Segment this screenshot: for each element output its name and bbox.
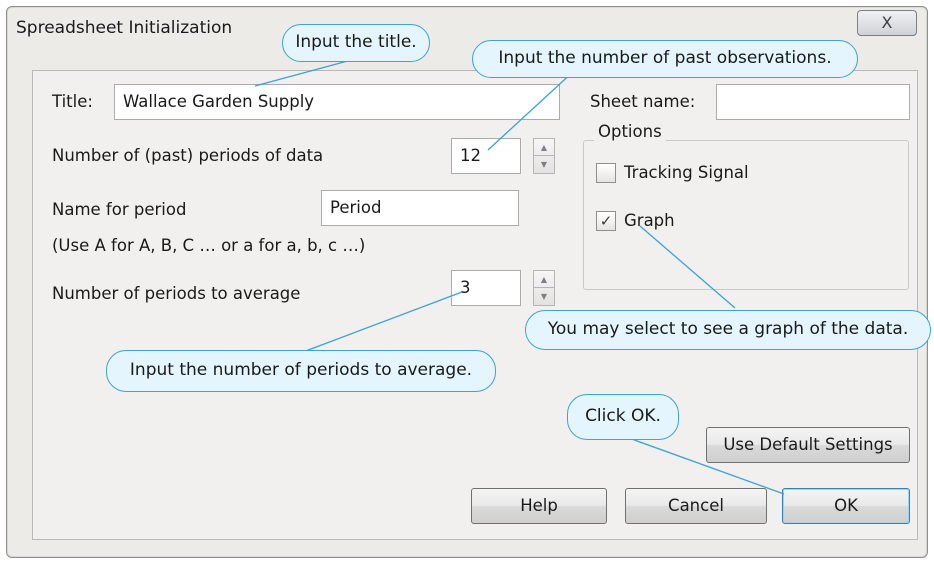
callout-periods-average: Input the number of periods to average. — [106, 350, 496, 392]
callout-click-ok: Click OK. — [567, 394, 679, 440]
callout-graph: You may select to see a graph of the dat… — [525, 310, 931, 350]
callout-past-observations: Input the number of past observations. — [472, 40, 858, 78]
callout-leader-lines — [254, 58, 785, 495]
callout-input-title: Input the title. — [282, 24, 430, 62]
